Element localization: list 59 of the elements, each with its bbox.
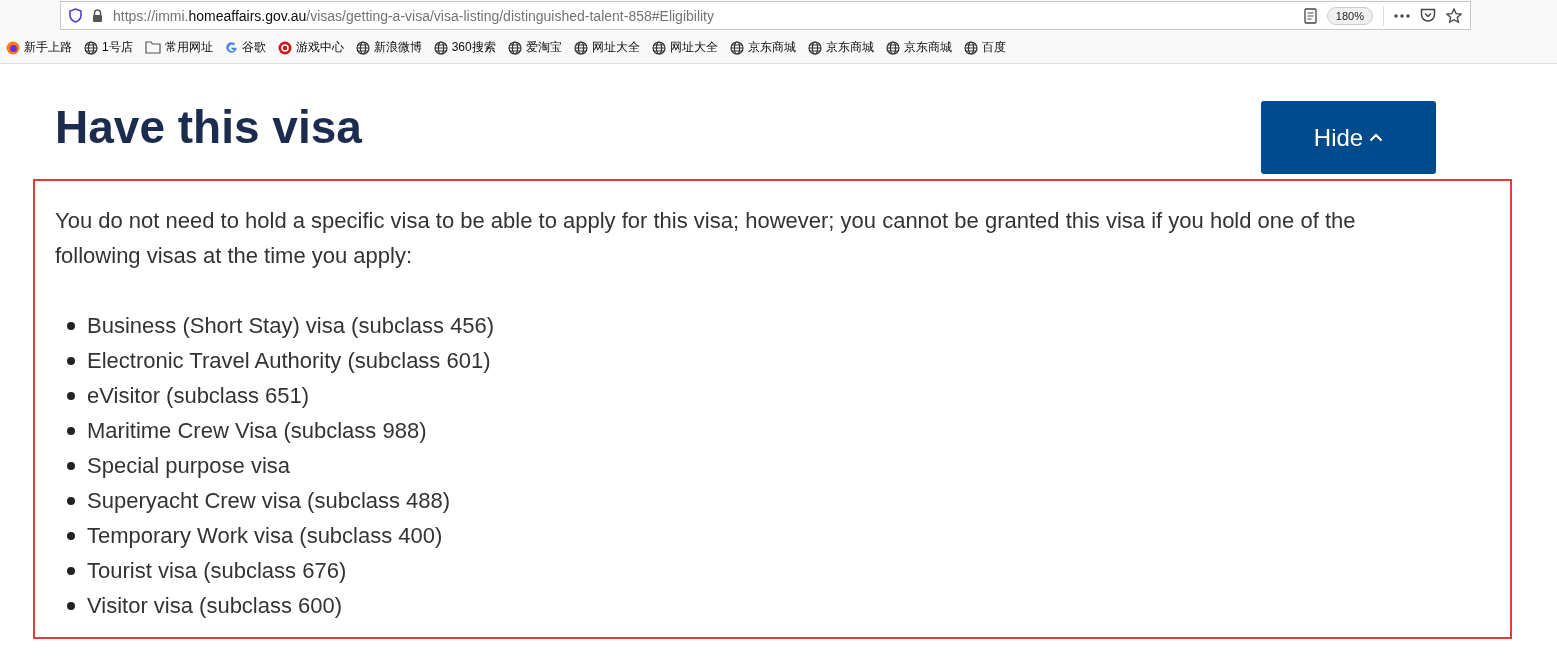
bullet-icon [67, 566, 75, 575]
bullet-icon [67, 461, 75, 470]
globe-icon [963, 40, 978, 55]
bookmark-item[interactable]: 360搜索 [433, 39, 496, 56]
bullet-icon [67, 531, 75, 540]
game-logo-icon [277, 40, 292, 55]
visa-list-item: Special purpose visa [87, 452, 290, 479]
visa-list-item: Electronic Travel Authority (subclass 601) [87, 347, 491, 374]
address-bar[interactable]: https://immi.homeaffairs.gov.au/visas/getting-a-visa/visa-listing/distinguished-talent-858#Eligibility 180% [60, 1, 1471, 30]
bullet-icon [67, 321, 75, 330]
visa-list-item: Tourist visa (subclass 676) [87, 557, 347, 584]
section-title: Have this visa [55, 102, 362, 150]
globe-icon [507, 40, 522, 55]
globe-icon [807, 40, 822, 55]
fox-logo-icon [6, 40, 20, 55]
reader-view-icon[interactable] [1303, 7, 1317, 24]
bookmark-item[interactable]: 京东商城 [885, 39, 952, 56]
visa-list-item: eVisitor (subclass 651) [87, 382, 310, 409]
bookmark-item[interactable]: 谷歌 [224, 39, 266, 56]
visa-list-item: Visitor visa (subclass 600) [87, 592, 343, 619]
visa-list-item: Temporary Work visa (subclass 400) [87, 522, 443, 549]
bookmark-item[interactable]: 新手上路 [6, 39, 72, 56]
bullet-icon [67, 496, 75, 505]
zoom-level-button[interactable]: 180% [1326, 6, 1373, 25]
shield-icon [69, 8, 82, 23]
url-text: https://immi.homeaffairs.gov.au/visas/getting-a-visa/visa-listing/distinguished-talent-858#Eligibility [113, 7, 715, 24]
globe-icon [651, 40, 666, 55]
chevron-icon [1369, 133, 1384, 142]
intro-paragraph: You do not need to hold a specific visa to be able to apply for this visa; however; you cannot be granted this visa if you hold one of the following visas at the time you apply: [55, 207, 1357, 270]
lock-icon [92, 8, 103, 23]
bookmark-item[interactable]: 京东商城 [729, 39, 796, 56]
folder-icon [144, 41, 161, 54]
globe-icon [885, 40, 900, 55]
visa-list-item: Business (Short Stay) visa (subclass 456) [87, 312, 495, 339]
bookmark-item[interactable]: 网址大全 [573, 39, 640, 56]
bookmark-item[interactable]: 1号店 [84, 39, 133, 56]
bookmark-item[interactable]: 网址大全 [651, 39, 718, 56]
globe-icon [433, 40, 448, 55]
bookmark-item[interactable]: 游戏中心 [277, 39, 344, 56]
hide-button[interactable]: Hide [1261, 101, 1436, 174]
bookmark-item[interactable]: 京东商城 [807, 39, 874, 56]
visa-list-item: Maritime Crew Visa (subclass 988) [87, 417, 427, 444]
star-icon[interactable] [1446, 7, 1462, 24]
globe-icon [84, 40, 98, 55]
globe-icon [355, 40, 370, 55]
bullet-icon [67, 601, 75, 610]
bookmark-item[interactable]: 新浪微博 [355, 39, 422, 56]
bullet-icon [67, 391, 75, 400]
more-icon[interactable] [1394, 13, 1410, 18]
bookmark-item[interactable]: 常用网址 [144, 39, 213, 56]
globe-icon [573, 40, 588, 55]
bookmark-item[interactable]: 百度 [963, 39, 1006, 56]
visa-list-item: Superyacht Crew visa (subclass 488) [87, 487, 451, 514]
google-logo-icon [224, 41, 238, 54]
bookmark-item[interactable]: 爱淘宝 [507, 39, 562, 56]
bullet-icon [67, 426, 75, 435]
bullet-icon [67, 356, 75, 365]
globe-icon [729, 40, 744, 55]
pocket-icon[interactable] [1420, 8, 1436, 23]
